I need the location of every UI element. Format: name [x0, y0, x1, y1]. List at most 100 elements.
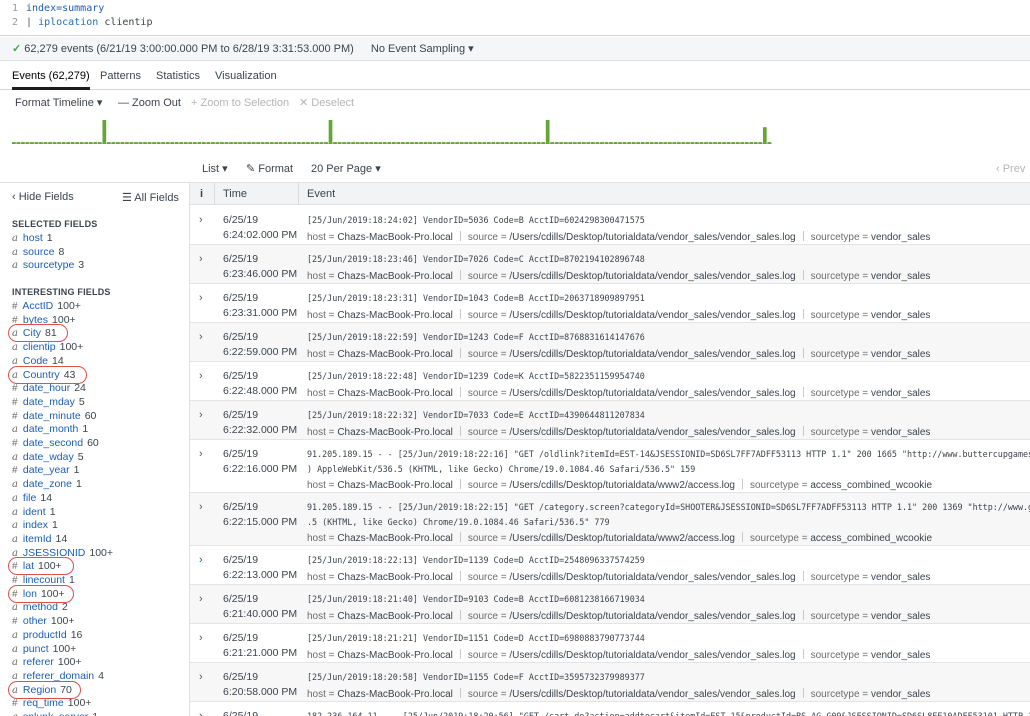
timeline-bar[interactable] [274, 142, 279, 144]
timeline-bar[interactable] [301, 142, 306, 144]
timeline-bar[interactable] [767, 142, 772, 144]
table-row[interactable]: › 6/25/19 6:22:48.000 PM [25/Jun/2019:18:22… [190, 362, 1030, 401]
source-value[interactable]: /Users/cdills/Desktop/tutorialdata/www2/… [509, 480, 735, 491]
timeline-bar[interactable] [401, 142, 405, 144]
expand-chevron-icon[interactable]: › [199, 593, 203, 605]
timeline-bar[interactable] [708, 142, 713, 144]
field-date-zone[interactable]: a date_zone 1 [12, 478, 82, 491]
timeline-bar[interactable] [677, 142, 681, 144]
timeline-bar[interactable] [509, 142, 514, 144]
timeline-bar[interactable] [165, 142, 170, 144]
timeline-bar[interactable] [206, 142, 211, 144]
timeline-bar[interactable] [464, 142, 469, 144]
table-row[interactable]: › 6/25/19 6:24:02.000 PM [25/Jun/2019:18:24… [190, 206, 1030, 245]
table-row[interactable]: › 6/25/19 6:21:21.000 PM [25/Jun/2019:18:21… [190, 624, 1030, 663]
field-country[interactable]: a Country 43 [12, 369, 75, 382]
timeline-bar[interactable] [324, 142, 328, 144]
expand-chevron-icon[interactable]: › [199, 253, 203, 265]
field-bytes[interactable]: # bytes 100+ [12, 314, 76, 327]
timeline-bar[interactable] [622, 142, 627, 144]
timeline-bar[interactable] [75, 142, 80, 144]
sourcetype-value[interactable]: access_combined_wcookie [810, 533, 932, 544]
field-acctid[interactable]: # AcctID 100+ [12, 300, 81, 313]
timeline-bar[interactable] [152, 142, 156, 144]
expand-chevron-icon[interactable]: › [199, 501, 203, 513]
timeline-bar[interactable] [247, 142, 251, 144]
expand-chevron-icon[interactable]: › [199, 632, 203, 644]
field-date-second[interactable]: # date_second 60 [12, 437, 99, 450]
timeline-bar[interactable] [265, 142, 270, 144]
timeline-bar[interactable] [649, 142, 654, 144]
timeline-bar[interactable] [559, 142, 564, 144]
timeline-bar[interactable] [25, 142, 30, 144]
timeline-bar[interactable] [582, 142, 586, 144]
timeline-bar[interactable] [12, 142, 16, 144]
field-date-hour[interactable]: # date_hour 24 [12, 382, 86, 395]
timeline-bar[interactable] [717, 142, 722, 144]
field-lon[interactable]: # lon 100+ [12, 588, 65, 601]
sourcetype-value[interactable]: vendor_sales [871, 349, 930, 360]
table-row[interactable]: › 6/25/19 6:22:15.000 PM 91.205.189.15 - - … [190, 493, 1030, 546]
timeline-bar[interactable] [514, 142, 518, 144]
host-value[interactable]: Chazs-MacBook-Pro.local [337, 533, 453, 544]
field-date-month[interactable]: a date_month 1 [12, 423, 88, 436]
timeline-bar[interactable] [52, 142, 57, 144]
table-row[interactable]: › 6/25/19 6:22:32.000 PM [25/Jun/2019:18:22… [190, 401, 1030, 440]
field-splunk-server[interactable]: a splunk_server 1 [12, 711, 98, 716]
timeline-bar[interactable] [491, 142, 496, 144]
timeline-bar[interactable] [283, 142, 288, 144]
timeline-bar[interactable] [138, 142, 143, 144]
timeline-bar[interactable] [686, 142, 690, 144]
tab-events[interactable]: Events (62,279) [12, 62, 90, 90]
source-value[interactable]: /Users/cdills/Desktop/tutorialdata/vendo… [509, 427, 795, 438]
timeline-bar[interactable] [563, 142, 568, 144]
timeline-bar[interactable] [600, 142, 604, 144]
timeline-bar[interactable] [48, 142, 52, 144]
field-lat[interactable]: # lat 100+ [12, 560, 62, 573]
host-value[interactable]: Chazs-MacBook-Pro.local [337, 349, 453, 360]
per-page-dropdown[interactable]: 20 Per Page ▾ [311, 158, 381, 180]
sourcetype-value[interactable]: vendor_sales [871, 388, 930, 399]
timeline-bar[interactable] [88, 142, 93, 144]
query-line-1[interactable]: 1 index=summary [0, 3, 104, 17]
timeline-bar[interactable] [740, 142, 745, 144]
timeline-bar[interactable] [188, 142, 193, 144]
timeline-bar[interactable] [229, 142, 233, 144]
table-row[interactable]: › 6/25/19 6:20:58.000 PM [25/Jun/2019:18:20… [190, 663, 1030, 702]
timeline-bar[interactable] [690, 142, 695, 144]
timeline-bar[interactable] [107, 142, 111, 144]
timeline-bar[interactable] [192, 142, 197, 144]
timeline-bar[interactable] [337, 142, 342, 144]
sourcetype-value[interactable]: vendor_sales [871, 310, 930, 321]
timeline-bar[interactable] [333, 142, 337, 144]
timeline-bar[interactable] [233, 142, 238, 144]
timeline-bar[interactable] [459, 142, 464, 144]
timeline-bar[interactable] [183, 142, 188, 144]
timeline-bar[interactable] [468, 142, 473, 144]
field-punct[interactable]: a punct 100+ [12, 643, 76, 656]
timeline-bar[interactable] [500, 142, 505, 144]
timeline-bar[interactable] [360, 142, 365, 144]
timeline-bar[interactable] [441, 142, 446, 144]
host-value[interactable]: Chazs-MacBook-Pro.local [337, 650, 453, 661]
field-index[interactable]: a index 1 [12, 519, 58, 532]
timeline-bar[interactable] [545, 120, 550, 144]
timeline-bar[interactable] [473, 142, 478, 144]
timeline-bar[interactable] [84, 142, 89, 144]
sourcetype-value[interactable]: vendor_sales [871, 572, 930, 583]
source-value[interactable]: /Users/cdills/Desktop/tutorialdata/vendo… [509, 572, 795, 583]
expand-chevron-icon[interactable]: › [199, 448, 203, 460]
table-row[interactable]: › 6/25/19 6:23:46.000 PM [25/Jun/2019:18:23… [190, 245, 1030, 284]
field-date-mday[interactable]: # date_mday 5 [12, 396, 85, 409]
timeline-bar[interactable] [364, 142, 369, 144]
timeline-bar[interactable] [102, 120, 107, 144]
timeline-bar[interactable] [450, 142, 455, 144]
all-fields-button[interactable]: ☰ All Fields [122, 191, 179, 204]
timeline-bar[interactable] [315, 142, 319, 144]
timeline-bar[interactable] [414, 142, 419, 144]
timeline-bar[interactable] [699, 142, 704, 144]
timeline-bar[interactable] [387, 142, 392, 144]
timeline-bar[interactable] [631, 142, 636, 144]
timeline-bar[interactable] [423, 142, 428, 144]
timeline-bar[interactable] [609, 142, 613, 144]
